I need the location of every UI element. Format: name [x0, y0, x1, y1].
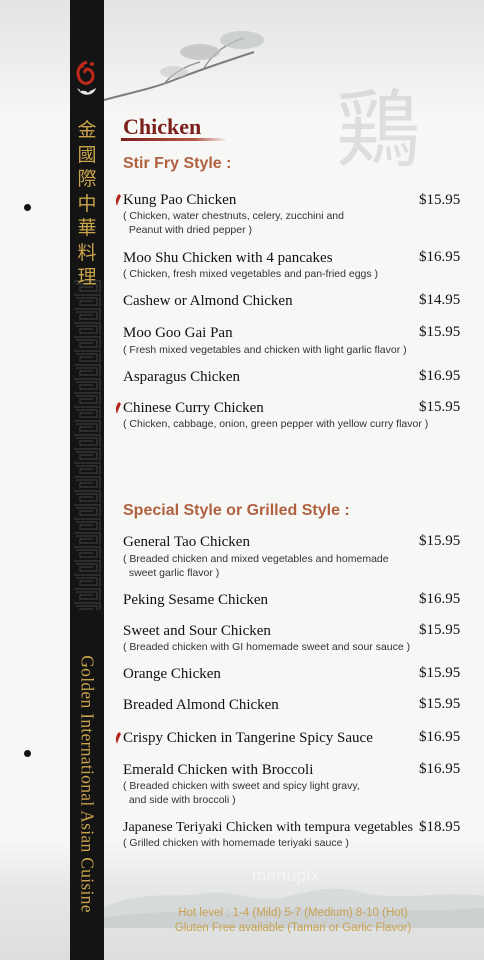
- menu-item-description: ( Grilled chicken with homemade teriyaki…: [123, 837, 349, 849]
- title-underline: [121, 138, 227, 141]
- menu-item-price: $16.95: [419, 729, 461, 745]
- menu-item-description: ( Chicken, cabbage, onion, green pepper …: [123, 418, 429, 430]
- chili-pepper-icon: [115, 194, 121, 206]
- chinese-char: 華: [77, 217, 97, 239]
- english-restaurant-name: Golden International Asian Cuisine: [77, 655, 98, 913]
- menu-item-name: Sweet and Sour Chicken: [123, 623, 271, 639]
- gluten-free-note: Gluten Free available (Tamari or Garlic …: [174, 922, 412, 934]
- watermark: menupix: [252, 866, 320, 885]
- pine-branch-illustration: [104, 31, 264, 101]
- menu-item-name: Emerald Chicken with Broccoli: [123, 762, 314, 778]
- chinese-char: 金: [77, 119, 97, 141]
- chinese-restaurant-name: 金 國 際 中 華 料 理: [70, 118, 104, 290]
- menu-item-price: $15.95: [419, 622, 461, 638]
- menu-item-description: ( Chicken, water chestnuts, celery, zucc…: [123, 210, 344, 236]
- menu-item-description: ( Breaded chicken with GI homemade sweet…: [123, 641, 411, 653]
- menu-item-name: Crispy Chicken in Tangerine Spicy Sauce: [123, 730, 373, 746]
- menu-item-price: $16.95: [419, 249, 461, 265]
- chinese-char: 際: [77, 168, 97, 190]
- menu-item-name: Japanese Teriyaki Chicken with tempura v…: [123, 820, 413, 835]
- menu-item-description: ( Breaded chicken and mixed vegetables a…: [123, 553, 389, 579]
- chili-pepper-icon: [115, 402, 121, 414]
- chinese-char: 國: [77, 143, 97, 166]
- binder-hole: [24, 750, 31, 757]
- menu-item-price: $15.95: [419, 399, 461, 415]
- chinese-char: 理: [77, 266, 97, 288]
- menu-item-price: $16.95: [419, 591, 461, 607]
- menu-item-name: Kung Pao Chicken: [123, 192, 237, 208]
- hot-level-note: Hot level : 1-4 (Mild) 5-7 (Medium) 8-10…: [178, 907, 408, 919]
- menu-item-price: $15.95: [419, 192, 461, 208]
- menu-item-name: Chinese Curry Chicken: [123, 400, 264, 416]
- menu-item-price: $15.95: [419, 665, 461, 681]
- menu-item-price: $15.95: [419, 533, 461, 549]
- lobster-logo-icon: [76, 60, 96, 95]
- menu-category-title: Chicken: [123, 114, 202, 139]
- chinese-char: 料: [77, 241, 97, 264]
- menu-item-price: $15.95: [419, 696, 461, 712]
- chinese-char: 中: [77, 192, 97, 215]
- menu-item-name: Peking Sesame Chicken: [123, 592, 268, 608]
- menu-item-name: Asparagus Chicken: [123, 369, 241, 385]
- binder-hole: [24, 204, 31, 211]
- menu-item-price: $15.95: [419, 324, 461, 340]
- menu-item-description: ( Breaded chicken with sweet and spicy l…: [123, 780, 360, 806]
- menu-item-description: ( Chicken, fresh mixed vegetables and pa…: [123, 268, 379, 280]
- background-calligraphy: 鶏: [336, 81, 421, 179]
- menu-item-price: $18.95: [419, 819, 461, 835]
- chili-pepper-icon: [115, 732, 121, 744]
- menu-item-name: Moo Shu Chicken with 4 pancakes: [123, 250, 333, 266]
- menu-item-description: ( Fresh mixed vegetables and chicken wit…: [123, 344, 407, 356]
- menu-item-name: Orange Chicken: [123, 666, 221, 682]
- section-heading: Special Style or Grilled Style :: [123, 502, 350, 519]
- menu-item-name: General Tao Chicken: [123, 534, 250, 550]
- menu-item-price: $16.95: [419, 761, 461, 777]
- section-heading: Stir Fry Style :: [123, 155, 232, 172]
- menu-item-name: Breaded Almond Chicken: [123, 697, 279, 713]
- menu-item-price: $14.95: [419, 292, 461, 308]
- menu-item-price: $16.95: [419, 368, 461, 384]
- menu-page: 金 國 際 中 華 料 理 Golden International Asian…: [0, 0, 484, 960]
- menu-item-name: Cashew or Almond Chicken: [123, 293, 293, 309]
- menu-item-name: Moo Goo Gai Pan: [123, 325, 233, 341]
